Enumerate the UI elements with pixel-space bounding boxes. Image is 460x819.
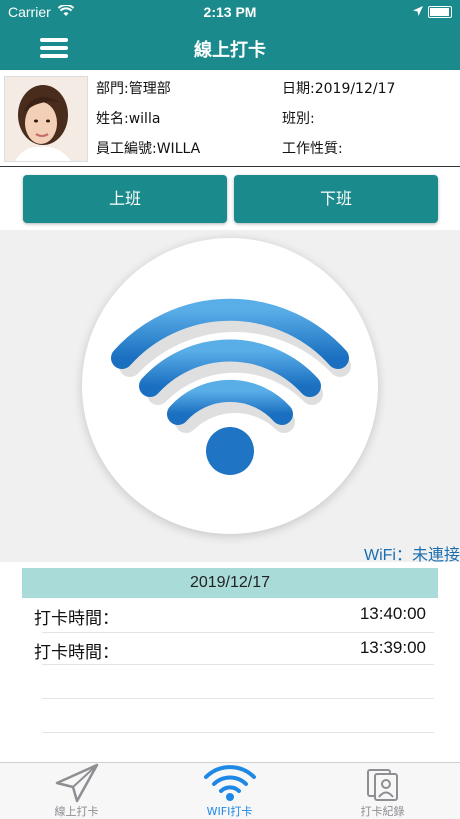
avatar: [4, 76, 88, 162]
employee-info-panel: 部門:管理部 日期:2019/12/17 姓名:willa 班別: 員工編號:W…: [0, 72, 460, 167]
department-field: 部門:管理部: [96, 81, 171, 97]
employee-id-field: 員工編號:WILLA: [96, 141, 201, 157]
status-bar: Carrier 2:13 PM: [0, 0, 460, 24]
tab-wifi-clock[interactable]: WIFI打卡: [153, 763, 306, 819]
record-row: 打卡時間： 13:40:00: [34, 604, 426, 629]
wifi-circle: [82, 238, 378, 534]
row-divider: [42, 632, 434, 633]
wifi-icon: [204, 765, 256, 801]
record-row: 打卡時間： 13:39:00: [34, 638, 426, 663]
job-type-field: 工作性質:: [282, 141, 343, 157]
tab-label: 線上打卡: [54, 805, 99, 818]
tab-label: 打卡紀錄: [360, 805, 405, 818]
record-time: 13:39:00: [359, 638, 426, 657]
wifi-connection-status: WiFi：未連接: [364, 547, 460, 564]
date-field: 日期:2019/12/17: [282, 81, 396, 97]
record-icon: [367, 769, 398, 801]
tab-online-clock[interactable]: 線上打卡: [0, 763, 153, 819]
tab-label: WIFI打卡: [206, 805, 253, 818]
row-divider: [42, 664, 434, 665]
row-divider: [42, 732, 434, 733]
row-divider: [42, 698, 434, 699]
battery-icon: [428, 6, 452, 18]
record-label: 打卡時間：: [34, 643, 119, 663]
record-time: 13:40:00: [359, 604, 426, 623]
location-arrow-icon: [412, 4, 424, 20]
send-icon: [55, 763, 99, 803]
shift-field: 班別:: [282, 111, 315, 127]
record-date-header: 2019/12/17: [22, 568, 438, 598]
tab-clock-records[interactable]: 打卡紀錄: [306, 763, 459, 819]
record-label: 打卡時間：: [34, 609, 119, 629]
tab-bar: 線上打卡 WIFI打卡 打卡紀錄: [0, 762, 460, 819]
wifi-large-icon: [111, 298, 351, 475]
clock-out-button[interactable]: 下班: [234, 175, 438, 223]
nav-bar: 線上打卡: [0, 24, 460, 70]
clock-in-button[interactable]: 上班: [23, 175, 227, 223]
page-title: 線上打卡: [194, 40, 266, 61]
name-field: 姓名:willa: [96, 111, 161, 127]
clock-time: 2:13 PM: [203, 4, 257, 20]
